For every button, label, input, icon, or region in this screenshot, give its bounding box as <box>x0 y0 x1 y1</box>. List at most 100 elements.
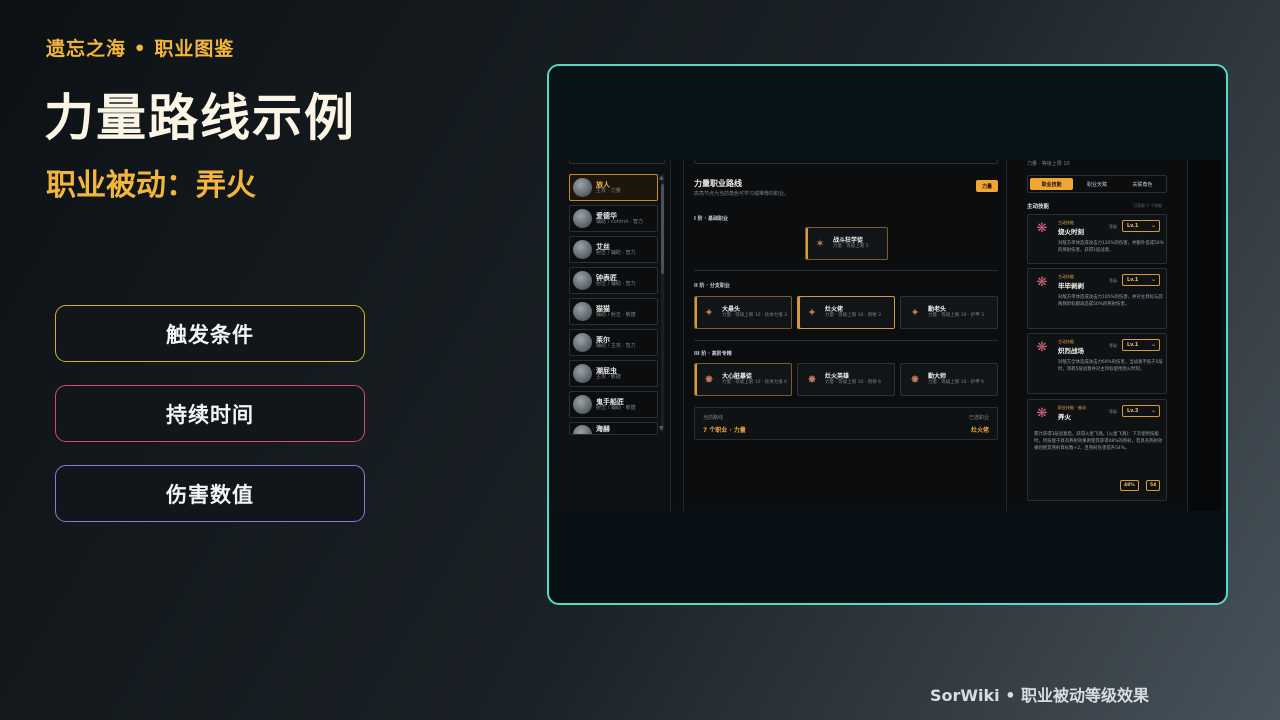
list-item[interactable]: 海赫 <box>569 422 658 435</box>
class-meta: 力量 · 等级上限 10 <box>1027 161 1070 167</box>
class-icon: ✦ <box>807 306 817 319</box>
avatar <box>573 209 592 228</box>
chevron-up-icon[interactable]: ▲ <box>659 174 664 181</box>
level-select[interactable]: Lv.1 ⌄ <box>1122 274 1160 286</box>
level-value: Lv.3 <box>1127 408 1139 414</box>
route-node[interactable]: ✸ 大心脏暴徒 力量 · 等级上限 10 · 技体力值 6 <box>694 363 792 396</box>
stat-tag[interactable]: 力量 <box>976 180 998 192</box>
pill-trigger: 触发条件 <box>55 305 365 362</box>
skill-card-passive: ❋ 职业技能 · 被动 弄火 等级 Lv.3 ⌄ 累计获得3层战意后，获得火星飞溅… <box>1027 399 1167 501</box>
node-sub: 力量 · 等级上限 10 · 护甲 6 <box>928 380 985 386</box>
list-item[interactable]: 潮屁虫 主攻 · 敏捷 <box>569 360 658 387</box>
divider <box>694 340 998 341</box>
list-item[interactable]: 旅人 主攻 · 力量 <box>569 174 658 201</box>
route-node[interactable]: ✦ 勤老头 力量 · 等级上限 10 · 护甲 3 <box>900 296 998 329</box>
pill-damage: 伤害数值 <box>55 465 365 522</box>
route-node[interactable]: ✸ 勤大师 力量 · 等级上限 10 · 护甲 6 <box>900 363 998 396</box>
list-item[interactable]: 猫猫 辅助 / 射击 · 敏捷 <box>569 298 658 325</box>
level-value: Lv.1 <box>1127 342 1139 348</box>
list-item-sub: 射击 / 辅助 · 敏捷 <box>596 404 636 411</box>
tier-label: II 阶 · 分支职业 <box>694 283 730 289</box>
avatar <box>573 302 592 321</box>
slide-title: 力量路线示例 <box>44 89 356 147</box>
avatar <box>573 240 592 259</box>
list-item-sub: 射击 / 辅助 · 智力 <box>596 249 636 256</box>
pill-duration: 持续时间 <box>55 385 365 442</box>
level-label: 等级 <box>1109 343 1117 348</box>
scroll-thumb[interactable] <box>661 184 664 274</box>
chevron-down-icon[interactable]: ▼ <box>659 425 664 432</box>
skill-card: ❋ 主动技能 烧火时刻 等级 Lv.1 ⌄ 对敌方单体造成攻击力120%的伤害，并… <box>1027 214 1167 264</box>
class-icon: ✸ <box>807 373 817 386</box>
node-sub: 力量 · 等级上限 5 <box>833 244 869 250</box>
route-node[interactable]: ✸ 灶火英雄 力量 · 等级上限 10 · 燕射 6 <box>797 363 895 396</box>
selected-value: 灶火佬 <box>970 427 989 434</box>
list-item[interactable]: 鬼手船匠 射击 / 辅助 · 敏捷 <box>569 391 658 418</box>
route-summary: 当前路线 7 个职业 · 力量 已选职业 灶火佬 <box>694 407 998 440</box>
skill-tabs: 职业技能 职业天赋 关联角色 <box>1027 175 1167 193</box>
screenshot-frame: ▲ ▼ 旅人 主攻 · 力量 爱德华 辅助 / control · 智力 艾丝 射击 … <box>547 64 1228 605</box>
embedded-screenshot: ▲ ▼ 旅人 主攻 · 力量 爱德华 辅助 / control · 智力 艾丝 射击 … <box>559 160 1221 511</box>
list-item-sub: 辅助 / 射击 · 敏捷 <box>596 311 636 318</box>
avatar <box>573 271 592 290</box>
divider <box>694 270 998 271</box>
skill-card: ❋ 主动技能 炽烈战场 等级 Lv.1 ⌄ 对敌方全体造成攻击力60%的伤害，当战… <box>1027 333 1167 394</box>
avatar <box>573 425 592 434</box>
node-sub: 力量 · 等级上限 10 · 燕射 3 <box>825 313 882 319</box>
list-search[interactable] <box>569 160 665 164</box>
tab-related-characters[interactable]: 关联角色 <box>1121 178 1164 190</box>
skill-desc: 对敌方全体造成攻击力60%的伤害，当战意不低于5层时，消耗5层战意并对主目标使用… <box>1058 360 1163 372</box>
level-value: Lv.1 <box>1127 223 1139 229</box>
skill-name: 炽烈战场 <box>1058 347 1084 355</box>
tab-class-talents[interactable]: 职业天赋 <box>1075 178 1118 190</box>
level-label: 等级 <box>1109 278 1117 283</box>
avatar <box>573 395 592 414</box>
list-item[interactable]: 爱德华 辅助 / control · 智力 <box>569 205 658 232</box>
summary-value: 7 个职业 · 力量 <box>703 427 746 434</box>
section-count: 可获取 3 个技能 <box>1133 203 1163 208</box>
route-node[interactable]: ✦ 灶火佬 力量 · 等级上限 10 · 燕射 3 <box>797 296 895 329</box>
skill-name: 毕毕剥剥 <box>1058 282 1084 290</box>
list-item[interactable]: 莱尔 辅助 / 主攻 · 智力 <box>569 329 658 356</box>
skill-name: 弄火 <box>1058 413 1071 421</box>
skill-name: 烧火时刻 <box>1058 228 1084 236</box>
node-sub: 力量 · 等级上限 10 · 护甲 3 <box>928 313 985 319</box>
node-sub: 力量 · 等级上限 10 · 技体力值 6 <box>722 380 788 386</box>
route-node[interactable]: ✦ 大悬头 力量 · 等级上限 10 · 技体力值 3 <box>694 296 792 329</box>
list-scrollbar[interactable] <box>661 174 664 432</box>
tier-label: I 阶 · 基础职业 <box>694 216 728 222</box>
flame-icon: ❋ <box>1036 275 1048 290</box>
avatar <box>573 178 592 197</box>
kicker: 遗忘之海 • 职业图鉴 <box>46 38 235 60</box>
list-item-sub: 射击 / 辅助 · 智力 <box>596 280 636 287</box>
flame-icon: ❋ <box>1036 221 1048 236</box>
edge-panel <box>1187 160 1221 511</box>
route-panel: 力量职业路线 高亮节点为当前角色可学习或推荐的职业。 力量 I 阶 · 基础职业… <box>683 160 1007 511</box>
chevron-down-icon: ⌄ <box>1150 407 1156 414</box>
tier-label: III 阶 · 高阶专精 <box>694 351 732 357</box>
flame-icon: ❋ <box>1036 406 1048 421</box>
route-panel-top <box>694 160 998 164</box>
section-title: 主动技能 <box>1027 204 1050 210</box>
class-icon: ✶ <box>815 237 825 250</box>
list-item-sub: 主攻 · 力量 <box>596 187 621 194</box>
class-icon: ✦ <box>910 306 920 319</box>
footer-credit: SorWiki • 职业被动等级效果 <box>930 686 1150 705</box>
chevron-down-icon: ⌄ <box>1150 276 1156 283</box>
route-node[interactable]: ✶ 战斗狂学徒 力量 · 等级上限 5 <box>805 227 888 260</box>
list-item[interactable]: 艾丝 射击 / 辅助 · 智力 <box>569 236 658 263</box>
chevron-down-icon: ⌄ <box>1150 222 1156 229</box>
value-badge: 48% <box>1120 480 1139 491</box>
tab-class-skills[interactable]: 职业技能 <box>1030 178 1074 190</box>
level-select[interactable]: Lv.1 ⌄ <box>1122 339 1160 351</box>
level-select[interactable]: Lv.1 ⌄ <box>1122 220 1160 232</box>
level-select[interactable]: Lv.3 ⌄ <box>1122 405 1160 417</box>
skill-card: ❋ 主动技能 毕毕剥剥 等级 Lv.1 ⌄ 对敌方单体造成攻击力105%的伤害，并… <box>1027 268 1167 329</box>
value-badge: 54 <box>1146 480 1161 491</box>
node-sub: 力量 · 等级上限 10 · 技体力值 3 <box>722 313 788 319</box>
skill-desc: 对敌方单体造成攻击力120%的伤害，并额外造成50%的燕射伤害，获得1层战意。 <box>1058 241 1164 253</box>
avatar <box>573 364 592 383</box>
selected-label: 已选职业 <box>968 415 989 421</box>
class-icon: ✸ <box>910 373 920 386</box>
list-item[interactable]: 钟表匠 射击 / 辅助 · 智力 <box>569 267 658 294</box>
